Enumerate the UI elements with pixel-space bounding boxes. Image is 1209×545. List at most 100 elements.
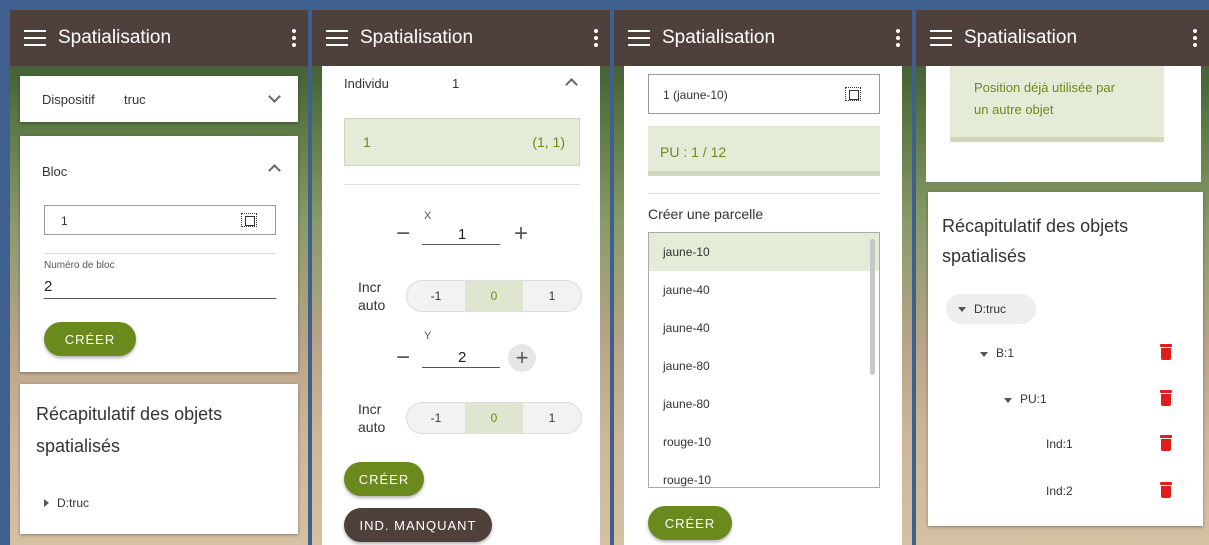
more-vert-icon[interactable] [1181,29,1209,47]
bloc-select[interactable]: 1 [44,205,276,235]
menu-icon[interactable] [24,30,46,46]
seg-option-0[interactable]: 0 [465,403,523,433]
recap-panel: Récapitulatif des objets spatialisés D:t… [20,384,298,534]
x-decrement-icon[interactable]: − [396,222,410,246]
tree-node-label: B:1 [996,346,1015,360]
app-title: Spatialisation [662,27,776,48]
chevron-up-icon[interactable] [565,78,578,91]
y-label: Y [424,330,432,342]
y-increment-icon[interactable]: + [508,344,536,372]
more-vert-icon[interactable] [280,29,308,47]
app-bar: Spatialisation [614,10,912,66]
selected-individu-coords: (1, 1) [532,134,565,150]
y-decrement-icon[interactable]: − [396,346,410,370]
screen-panel-1: Spatialisation Dispositif truc Bloc 1 Nu… [10,10,308,545]
collapse-icon [1004,398,1012,403]
selected-individu[interactable]: 1 (1, 1) [344,118,580,166]
incr-auto-label-x: Incr auto [358,279,386,313]
incr-segment-x[interactable]: -1 0 1 [406,280,582,312]
recap-title-line2: spatialisés [942,246,1027,266]
dispositif-panel[interactable]: Dispositif truc [20,76,298,122]
tree-node-label: D:truc [57,496,90,510]
tree-node-b[interactable]: B:1 [980,346,1014,360]
numero-label: Numéro de bloc [44,260,115,271]
bloc-select-value: 1 [61,214,68,228]
pu-indicator: PU : 1 / 12 [648,126,880,176]
create-button[interactable]: CRÉER [44,322,136,356]
tree-node-label: PU:1 [1020,392,1047,406]
y-underline [422,367,500,368]
app-bar: Spatialisation [312,10,610,66]
create-button[interactable]: CRÉER [344,462,424,496]
app-title: Spatialisation [964,27,1078,48]
more-vert-icon[interactable] [884,29,912,47]
warning-message: Position déjà utilisée par un autre obje… [950,66,1164,142]
list-item[interactable]: jaune-80 [649,385,879,423]
x-increment-icon[interactable]: + [514,222,528,246]
list-item[interactable]: jaune-10 [649,233,879,271]
menu-icon[interactable] [628,30,650,46]
expand-icon [44,499,49,507]
divider [648,193,880,194]
warning-line2: un autre objet [974,102,1054,117]
numero-underline [44,298,276,299]
individu-select[interactable]: 1 (jaune-10) [648,74,880,114]
numero-field[interactable]: 2 [44,278,52,295]
app-bar: Spatialisation [916,10,1209,66]
delete-icon[interactable] [1160,390,1172,406]
divider [44,253,276,254]
delete-icon[interactable] [1160,344,1172,360]
app-bar: Spatialisation [10,10,308,66]
y-value[interactable]: 2 [458,349,466,366]
pu-text: PU : 1 / 12 [660,144,727,160]
recap-panel: Récapitulatif des objets spatialisés D:t… [928,192,1203,526]
individu-value: 1 [452,76,460,91]
tree-node-pu[interactable]: PU:1 [1004,392,1047,406]
divider [344,184,580,185]
seg-option-0[interactable]: 0 [465,281,523,311]
incr-auto-label-y: Incr auto [358,401,386,435]
list-item[interactable]: rouge-10 [649,461,879,487]
dispositif-label: Dispositif [42,92,95,107]
individu-label: Individu [344,76,389,91]
seg-option-minus1[interactable]: -1 [407,403,465,433]
list-item[interactable]: jaune-40 [649,309,879,347]
create-button[interactable]: CRÉER [648,506,732,540]
more-vert-icon[interactable] [582,29,610,47]
seg-option-minus1[interactable]: -1 [407,281,465,311]
screen-panel-2: Spatialisation Individu 1 1 (1, 1) X − 1… [312,10,610,545]
seg-option-1[interactable]: 1 [523,281,581,311]
app-title: Spatialisation [58,27,172,48]
create-parcel-title: Créer une parcelle [648,206,764,222]
tree-node-label: D:truc [974,302,1007,316]
list-scrollbar[interactable] [870,239,875,375]
warning-panel: Position déjà utilisée par un autre obje… [926,66,1201,182]
tree-node-root[interactable]: D:truc [44,496,89,510]
list-item[interactable]: jaune-80 [649,347,879,385]
tree-node-ind1[interactable]: Ind:1 [1046,437,1073,451]
screen-panel-3: Spatialisation 1 (jaune-10) PU : 1 / 12 … [614,10,912,545]
individu-panel: Individu 1 1 (1, 1) X − 1 + Incr auto -1 … [322,66,600,545]
missing-individu-button[interactable]: IND. MANQUANT [344,508,492,542]
menu-icon[interactable] [326,30,348,46]
recap-title-line1: Récapitulatif des objets [36,404,223,424]
incr-segment-y[interactable]: -1 0 1 [406,402,582,434]
selected-individu-number: 1 [363,134,371,150]
warning-line1: Position déjà utilisée par [974,80,1115,95]
menu-icon[interactable] [930,30,952,46]
individu-select-value: 1 (jaune-10) [663,88,728,102]
x-value[interactable]: 1 [458,226,466,243]
list-item[interactable]: rouge-10 [649,423,879,461]
chevron-up-icon[interactable] [268,164,281,177]
seg-option-1[interactable]: 1 [523,403,581,433]
recap-title-line1: Récapitulatif des objets [942,216,1129,236]
delete-icon[interactable] [1160,482,1172,498]
parcel-list[interactable]: jaune-10 jaune-40 jaune-40 jaune-80 jaun… [648,232,880,488]
chevron-down-icon[interactable] [268,90,281,103]
list-item[interactable]: jaune-40 [649,271,879,309]
app-title: Spatialisation [360,27,474,48]
dispositif-value: truc [124,92,146,107]
tree-node-ind2[interactable]: Ind:2 [1046,484,1073,498]
delete-icon[interactable] [1160,435,1172,451]
tree-node-d[interactable]: D:truc [946,294,1036,324]
